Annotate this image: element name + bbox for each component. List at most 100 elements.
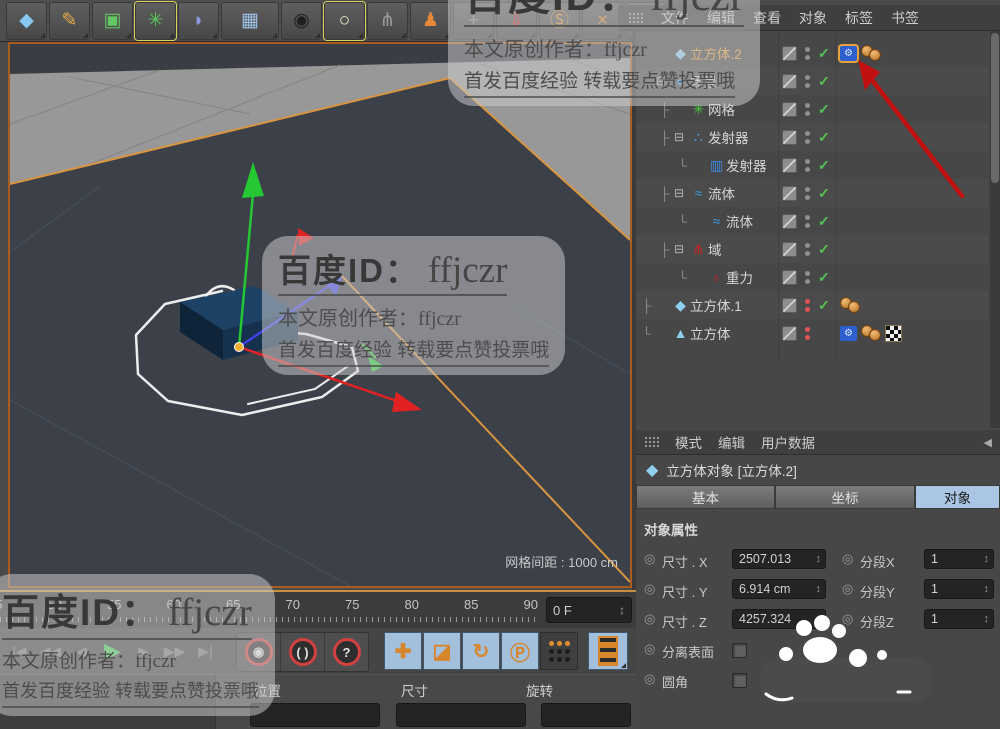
attribute-menu-item-2[interactable]: 用户数据	[761, 432, 815, 452]
object-manager-scrollbar[interactable]	[990, 31, 1000, 428]
segments-y-field[interactable]: 1 ↕	[924, 579, 994, 599]
stepper-icon[interactable]: ↕	[984, 583, 990, 595]
layer-color-box[interactable]	[782, 297, 797, 313]
om-menu-item-2[interactable]: 查看	[753, 8, 781, 28]
prev-frame-button[interactable]: ◀	[66, 632, 97, 670]
visibility-dots[interactable]	[805, 214, 810, 228]
om-menu-item-4[interactable]: 标签	[845, 8, 873, 28]
goto-start-button[interactable]: |◀	[4, 632, 35, 670]
enabled-check-icon[interactable]: ✓	[818, 157, 834, 174]
tree-row[interactable]: └ ♁ 重力 ✓	[636, 263, 988, 291]
record-keyframe-button[interactable]: ◉	[237, 633, 281, 671]
stepper-icon[interactable]: ↕	[816, 613, 822, 625]
tab-object[interactable]: 对象	[915, 485, 1000, 509]
layer-color-box[interactable]	[782, 241, 797, 257]
size-z-field[interactable]: 4257.324 ↕	[732, 609, 826, 629]
xpresso-tag-icon[interactable]: ⚙	[840, 45, 857, 61]
enabled-check-icon[interactable]: ✓	[818, 73, 834, 90]
autokeying-button[interactable]: ( )	[281, 633, 325, 671]
stepper-icon[interactable]: ↕	[816, 583, 822, 595]
attribute-menu-item-0[interactable]: 模式	[675, 432, 702, 452]
record-scale-button[interactable]: ◪	[423, 632, 461, 670]
next-frame-button[interactable]: ▶	[128, 632, 159, 670]
layer-color-box[interactable]	[782, 269, 797, 285]
om-menu-item-5[interactable]: 书签	[891, 8, 919, 28]
toolbar-light-button[interactable]: ○	[323, 0, 366, 41]
tree-row[interactable]: ⊟ ● 场景 ✓	[636, 67, 988, 95]
keyframe-circle-icon[interactable]: ◎	[644, 611, 655, 627]
keyframe-circle-icon[interactable]: ◎	[644, 551, 655, 567]
layer-color-box[interactable]	[782, 185, 797, 201]
keyframe-circle-icon[interactable]: ◎	[842, 551, 853, 567]
tree-row[interactable]: └ ▲ 立方体 ⚙	[636, 319, 988, 347]
size-field[interactable]	[396, 703, 526, 727]
keyframe-circle-icon[interactable]: ◎	[842, 611, 853, 627]
tree-row[interactable]: └ ▥ 发射器 ✓	[636, 151, 988, 179]
toolbar-deformer-button[interactable]: ◗	[178, 1, 219, 40]
play-button[interactable]: ▶	[97, 632, 128, 670]
timeline-ruler[interactable]: 45 50 55 60 65 70 75 80 85 90	[0, 592, 540, 628]
xpresso-tag-icon[interactable]: ⚙	[840, 325, 857, 341]
enabled-check-icon[interactable]: ✓	[818, 213, 834, 230]
layer-color-box[interactable]	[782, 157, 797, 173]
tree-row[interactable]: ◆ 立方体.2 ✓ ⚙	[636, 39, 988, 67]
visibility-dots[interactable]	[805, 270, 810, 284]
tab-coordinates[interactable]: 坐标	[775, 485, 915, 509]
tree-expand-toggle[interactable]: ⊟	[674, 242, 689, 256]
toolbar-generators-button[interactable]: ✳	[134, 0, 177, 41]
om-menu-item-1[interactable]: 编辑	[707, 8, 735, 28]
tree-row[interactable]: └ ≈ 流体 ✓	[636, 207, 988, 235]
visibility-dots[interactable]	[805, 242, 810, 256]
rotation-field[interactable]	[541, 703, 631, 727]
visibility-dots[interactable]	[805, 298, 810, 312]
layer-color-box[interactable]	[782, 73, 797, 89]
current-frame-field[interactable]: 0 F ↕	[546, 597, 632, 623]
toolbar-simulate-button[interactable]: ⇓	[496, 1, 537, 40]
menubar-grip-icon[interactable]	[628, 11, 643, 24]
frame-stepper-icon[interactable]: ↕	[619, 603, 625, 617]
visibility-dots[interactable]	[805, 326, 810, 340]
toolbar-camera-button[interactable]: ◉	[281, 1, 322, 40]
tree-row[interactable]: ├ ⊟ ⋔ 域 ✓	[636, 235, 988, 263]
size-y-field[interactable]: 6.914 cm ↕	[732, 579, 826, 599]
phong-tag-icon[interactable]	[861, 45, 881, 61]
segments-x-field[interactable]: 1 ↕	[924, 549, 994, 569]
stepper-icon[interactable]: ↕	[984, 613, 990, 625]
layer-color-box[interactable]	[782, 101, 797, 117]
attribute-menu-item-1[interactable]: 编辑	[718, 432, 745, 452]
keying-help-button[interactable]: ?	[325, 633, 368, 671]
layer-color-box[interactable]	[782, 129, 797, 145]
toolbar-axis-tool-button[interactable]: +	[453, 1, 494, 40]
tree-row[interactable]: ├ ⊟ ∴ 发射器 ✓	[636, 123, 988, 151]
timeline-window-button[interactable]	[588, 632, 628, 670]
layer-color-box[interactable]	[782, 213, 797, 229]
record-parameter-button[interactable]: Ⓟ	[501, 632, 539, 670]
enabled-check-icon[interactable]: ✓	[818, 297, 834, 314]
toolbar-xpresso-button[interactable]: ×	[582, 1, 623, 40]
coordinates-grip-icon[interactable]	[224, 682, 239, 694]
toolbar-floor-environment-button[interactable]: ▦	[221, 1, 279, 40]
texture-tag-icon[interactable]	[885, 324, 902, 342]
keyframe-circle-icon[interactable]: ◎	[644, 671, 655, 687]
enabled-check-icon[interactable]: ✓	[818, 269, 834, 286]
tree-row[interactable]: ├ ✳ 网格 ✓	[636, 95, 988, 123]
record-rotation-button[interactable]: ↻	[462, 632, 500, 670]
panel-back-icon[interactable]: ◀	[984, 436, 992, 449]
tree-row[interactable]: ├ ◆ 立方体.1 ✓	[636, 291, 988, 319]
separate-surfaces-checkbox[interactable]	[732, 643, 747, 658]
material-manager[interactable]	[0, 674, 215, 729]
toolbar-sketch-material-button[interactable]: Ⓢ	[539, 1, 580, 40]
visibility-dots[interactable]	[805, 102, 810, 116]
visibility-dots[interactable]	[805, 158, 810, 172]
viewport[interactable]: 网格间距 : 1000 cm	[8, 42, 632, 588]
tree-expand-toggle[interactable]: ⊟	[674, 130, 689, 144]
segments-z-field[interactable]: 1 ↕	[924, 609, 994, 629]
toolbar-character-button[interactable]: ♟	[410, 1, 451, 40]
tree-row[interactable]: ├ ⊟ ≈ 流体 ✓	[636, 179, 988, 207]
keyframe-circle-icon[interactable]: ◎	[644, 641, 655, 657]
tree-expand-toggle[interactable]: ⊟	[674, 186, 689, 200]
enabled-check-icon[interactable]: ✓	[818, 185, 834, 202]
phong-tag-icon[interactable]	[840, 297, 860, 313]
om-menu-item-0[interactable]: 文件	[661, 8, 689, 28]
record-point-level-button[interactable]	[540, 632, 578, 670]
